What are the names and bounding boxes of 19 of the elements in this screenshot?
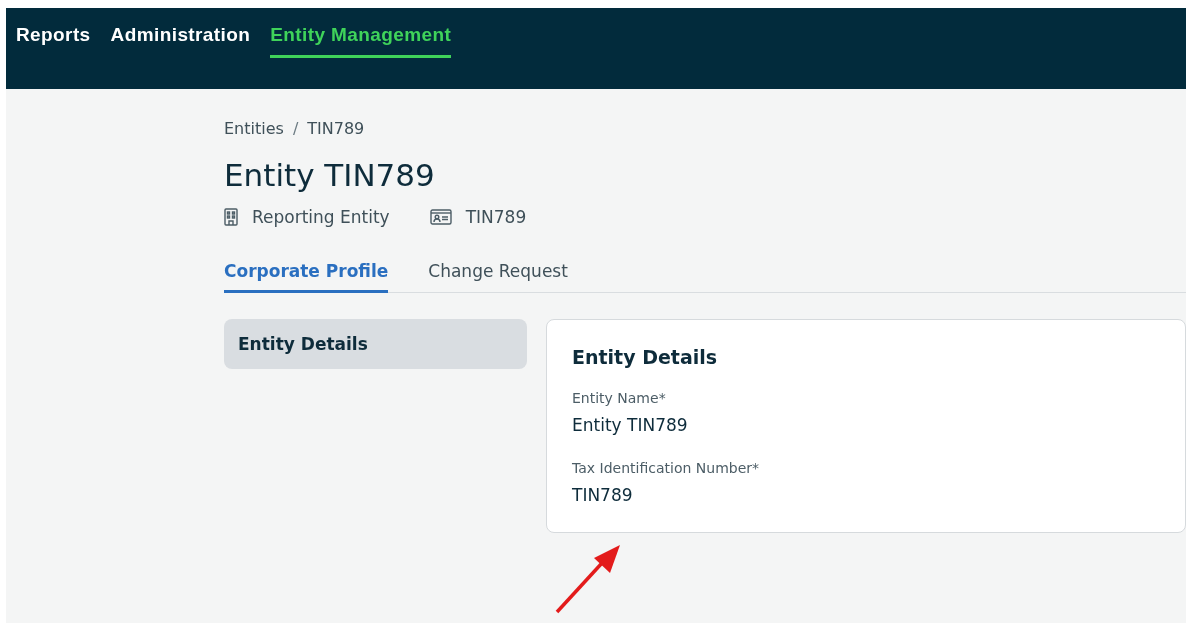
tab[interactable]: Change Request (428, 261, 568, 293)
meta-text: Reporting Entity (252, 207, 390, 227)
page-title: Entity TIN789 (224, 157, 436, 193)
meta-text: TIN789 (465, 207, 527, 227)
breadcrumb-separator: / (292, 119, 299, 138)
nav-link[interactable]: Administration (110, 8, 251, 58)
breadcrumb-link[interactable]: Entities (224, 119, 284, 138)
breadcrumb-link[interactable]: TIN789 (307, 119, 365, 138)
sidebar-item[interactable]: Entity Details (224, 319, 527, 369)
building-icon (224, 208, 238, 226)
field-value: Entity TIN789 (572, 415, 689, 435)
field-value: TIN789 (572, 485, 634, 505)
tab[interactable]: Corporate Profile (224, 261, 389, 293)
field-label: Entity Name* (572, 390, 667, 406)
nav-link[interactable]: Reports (16, 8, 91, 58)
field-label: Tax Identification Number* (572, 460, 761, 476)
card-title: Entity Details (572, 346, 719, 368)
nav-link[interactable]: Entity Management (270, 8, 452, 58)
id-card-icon (429, 209, 452, 225)
